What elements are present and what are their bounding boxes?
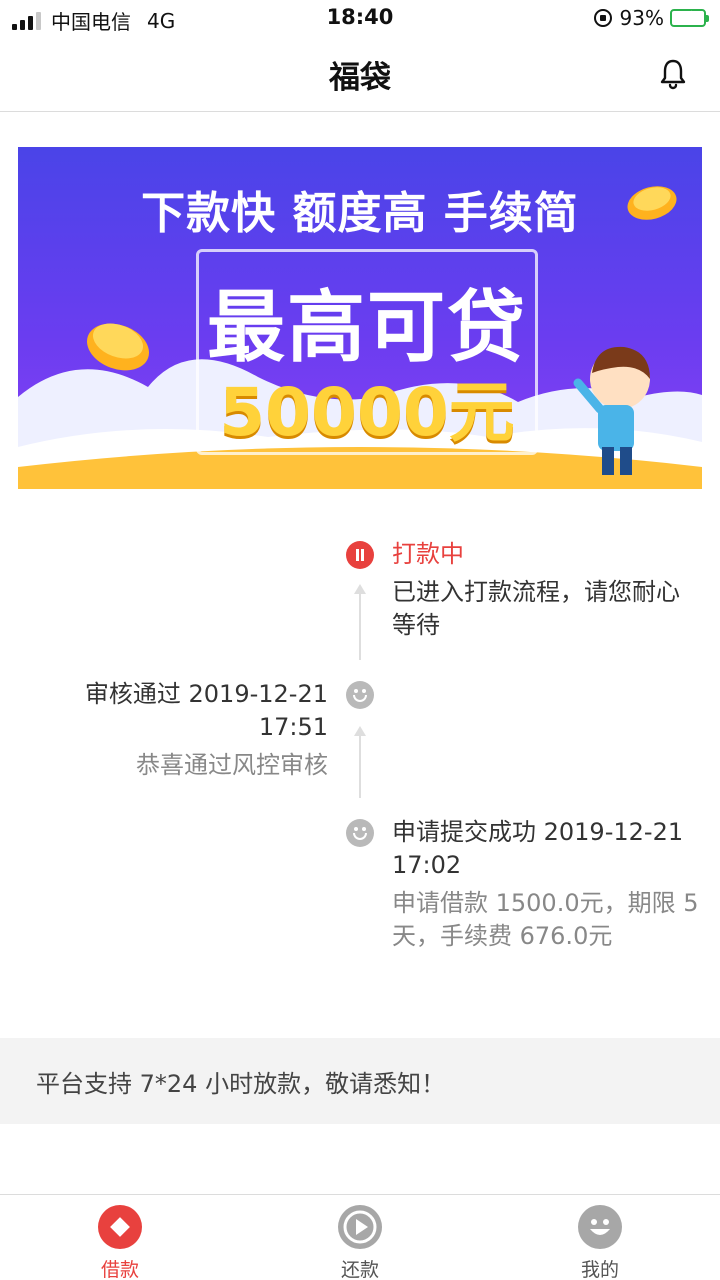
status-right: 93% ⚡	[593, 6, 709, 30]
timeline-current-desc-2: 等待	[392, 611, 440, 639]
diamond-icon	[98, 1205, 142, 1249]
tab-label: 借款	[100, 1259, 139, 1280]
bell-icon[interactable]	[658, 58, 688, 90]
banner-amount: 50000元	[219, 374, 515, 451]
timeline-submitted-time: 17:02	[392, 851, 462, 879]
pause-icon	[346, 541, 374, 569]
timeline-review-desc: 恭喜通过风控审核	[136, 751, 328, 779]
smile-icon	[578, 1205, 622, 1249]
battery-icon: ⚡	[670, 9, 709, 27]
tab-bar: 借款 还款 我的	[0, 1194, 720, 1280]
timeline-submitted-desc-2: 天，手续费 676.0元	[392, 922, 613, 950]
notice-bar: 平台支持 7*24 小时放款，敬请悉知！	[0, 1038, 720, 1124]
status-bar: 中国电信 4G 18:40 93% ⚡	[0, 0, 720, 36]
tab-label: 我的	[580, 1259, 619, 1280]
timeline-current-desc: 已进入打款流程，请您耐心	[392, 578, 680, 606]
nav-bar: 福袋	[0, 36, 720, 112]
tab-borrow[interactable]: 借款	[60, 1205, 180, 1280]
notice-text: 平台支持 7*24 小时放款，敬请悉知！	[36, 1070, 446, 1098]
timeline-connector	[359, 734, 361, 798]
timeline-submitted-title: 申请提交成功 2019-12-21	[392, 818, 684, 846]
timeline-current-title: 打款中	[392, 540, 464, 568]
tab-mine[interactable]: 我的	[540, 1205, 660, 1280]
page-title: 福袋	[329, 60, 391, 96]
timeline-review-title: 审核通过 2019-12-21	[84, 680, 328, 708]
loan-timeline: 打款中 已进入打款流程，请您耐心 等待 审核通过 2019-12-21 17:5…	[0, 520, 720, 1000]
tab-label: 还款	[340, 1259, 379, 1280]
battery-percent: 93%	[619, 6, 664, 30]
timeline-connector	[359, 592, 361, 660]
banner-tagline: 下款快 额度高 手续简	[141, 188, 579, 239]
timeline-submitted-desc: 申请借款 1500.0元，期限 5	[392, 889, 699, 917]
tab-repay[interactable]: 还款	[300, 1205, 420, 1280]
smile-icon	[346, 681, 374, 709]
smile-icon	[346, 819, 374, 847]
promo-banner[interactable]: 下款快 额度高 手续简 最高可贷 50000元	[18, 147, 702, 489]
play-icon	[338, 1205, 382, 1249]
timeline-review-time: 17:51	[258, 713, 328, 741]
orientation-lock-icon	[593, 9, 612, 27]
